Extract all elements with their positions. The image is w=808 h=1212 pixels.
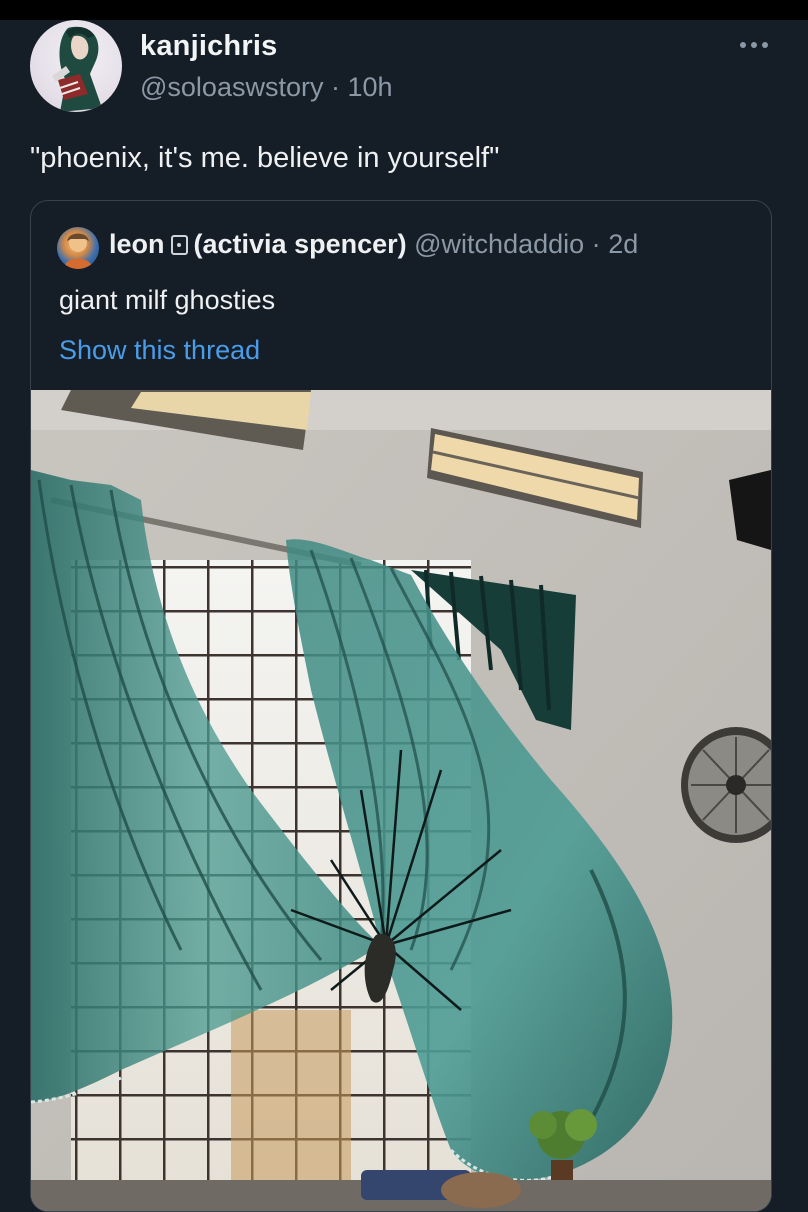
quoted-author-name[interactable]: leon [109, 229, 165, 259]
quoted-tweet-text: giant milf ghosties [59, 285, 276, 315]
quoted-tweet-card[interactable]: leon (activia spencer) @witchdaddio · 2d … [30, 200, 772, 1212]
author-handle[interactable]: @soloaswstory [140, 72, 323, 102]
quoted-tweet-time[interactable]: 2d [608, 229, 638, 259]
quoted-author-avatar[interactable] [57, 227, 99, 269]
author-avatar[interactable] [30, 20, 122, 112]
quoted-tweet-photo[interactable] [31, 390, 771, 1211]
show-thread-link[interactable]: Show this thread [59, 335, 260, 366]
author-name[interactable]: kanjichris [140, 30, 277, 63]
quoted-author-handle[interactable]: @witchdaddio [414, 229, 584, 259]
quoted-header: leon (activia spencer) @witchdaddio · 2d [109, 229, 638, 260]
author-meta: @soloaswstory · 10h [140, 72, 393, 103]
quoted-display-suffix[interactable]: (activia spencer) [194, 229, 407, 259]
tweet-text: "phoenix, it's me. believe in yourself" [30, 142, 500, 174]
more-horizontal-icon[interactable] [734, 30, 774, 60]
status-bar-strip [0, 0, 808, 20]
meta-separator: · [330, 72, 340, 102]
quoted-meta-separator: · [591, 229, 601, 259]
card-emoji-icon [170, 235, 188, 255]
tweet-time[interactable]: 10h [348, 72, 393, 102]
